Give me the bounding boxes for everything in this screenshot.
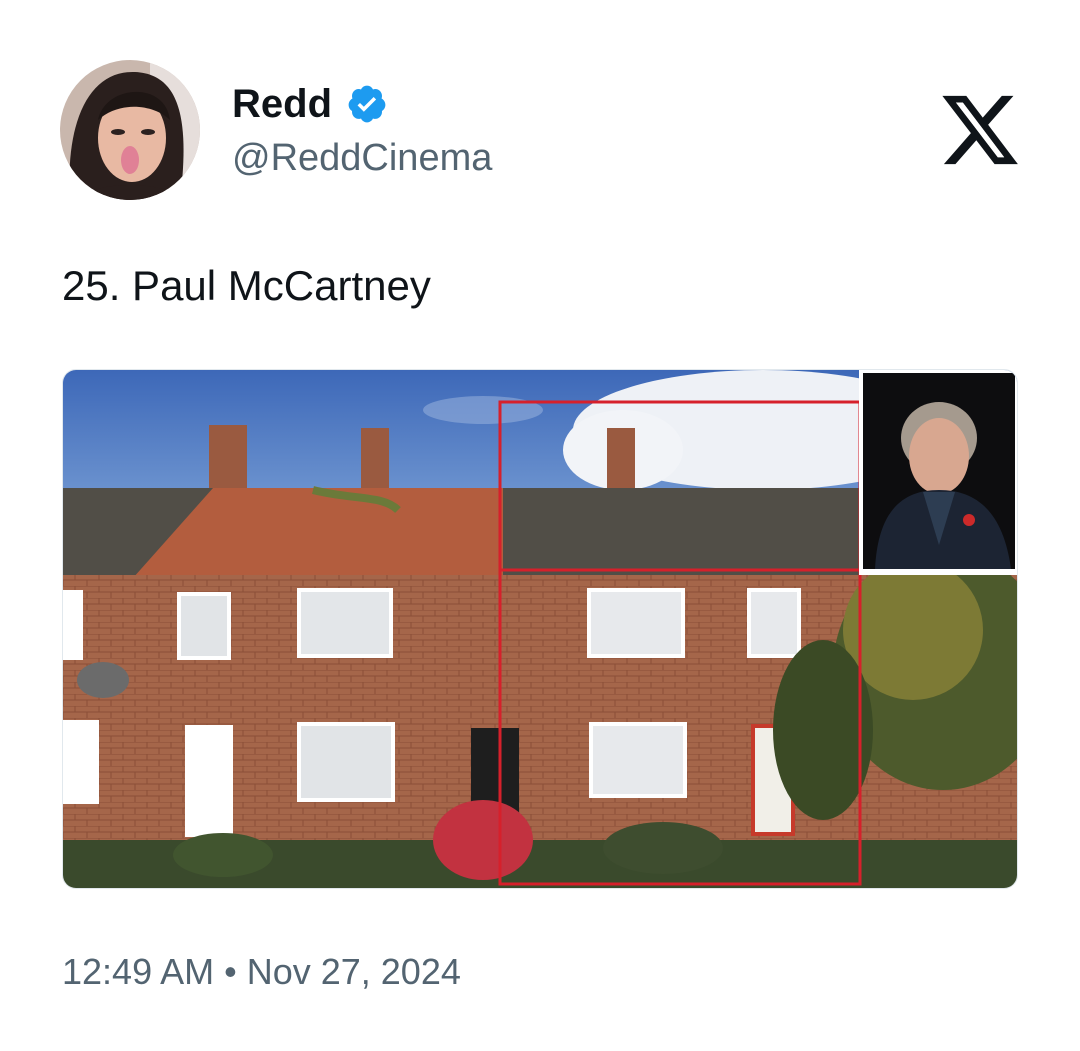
tweet-date[interactable]: Nov 27, 2024 — [247, 950, 461, 994]
author-name[interactable]: Redd — [232, 82, 332, 126]
author-handle[interactable]: @ReddCinema — [232, 136, 492, 180]
tweet-text: 25. Paul McCartney — [62, 262, 431, 309]
tweet-timestamp[interactable]: 12:49 AM • Nov 27, 2024 — [62, 950, 461, 994]
profile-photo — [60, 60, 200, 200]
tweet-time[interactable]: 12:49 AM — [62, 950, 214, 994]
photo-house-terrace — [63, 370, 1017, 888]
x-logo-icon[interactable] — [938, 88, 1022, 172]
avatar[interactable] — [60, 60, 200, 200]
author-name-row[interactable]: Redd — [232, 82, 388, 126]
tweet-media[interactable] — [62, 369, 1018, 889]
timestamp-separator: • — [224, 951, 237, 992]
verified-badge-icon — [348, 85, 386, 123]
photo-portrait — [859, 370, 1017, 575]
